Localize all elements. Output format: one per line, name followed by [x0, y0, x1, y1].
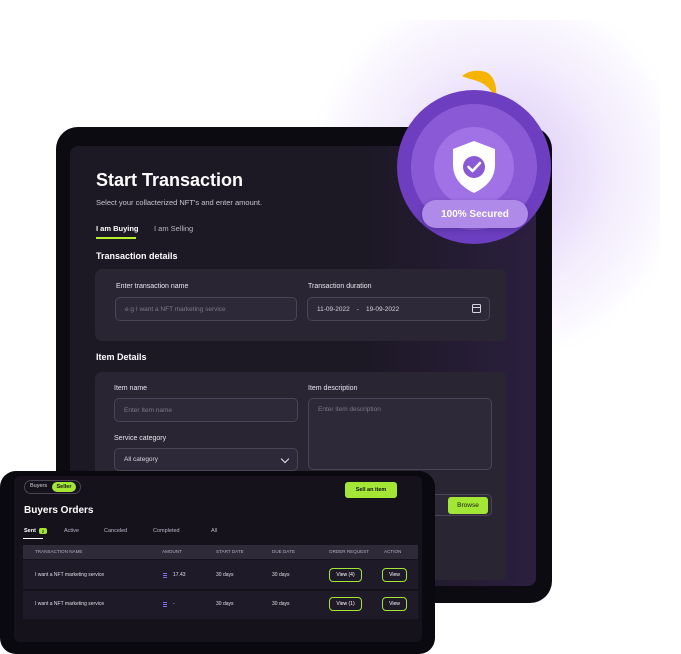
- orders-title: Buyers Orders: [24, 505, 94, 516]
- column-header-action: ACTION: [384, 549, 402, 554]
- service-category-value: All category: [124, 456, 158, 463]
- column-header-amount: AMOUNT: [162, 549, 182, 554]
- tab-sent[interactable]: Sent: [24, 528, 36, 534]
- chevron-down-icon: [280, 454, 290, 464]
- row-amount: -: [173, 601, 175, 607]
- start-date: 11-09-2022: [317, 305, 350, 313]
- column-header-start: START DATE: [216, 549, 244, 554]
- view-button[interactable]: View: [382, 568, 407, 582]
- browse-button[interactable]: Browse: [448, 497, 488, 514]
- service-category-label: Service category: [114, 435, 167, 442]
- sell-item-button[interactable]: Sell an item: [345, 482, 397, 498]
- tab-buying[interactable]: I am Buying: [96, 224, 139, 233]
- row-name: I want a NFT marketing service: [35, 572, 105, 578]
- transaction-details-heading: Transaction details: [96, 251, 178, 261]
- view-requests-button[interactable]: View (4): [329, 568, 362, 582]
- shield-check-icon: [453, 141, 495, 193]
- item-description-input[interactable]: Enter item description: [308, 398, 492, 470]
- tab-selling[interactable]: I am Selling: [154, 224, 193, 233]
- page-title: Start Transaction: [96, 170, 244, 190]
- transaction-name-label: Enter transaction name: [116, 283, 189, 290]
- row-start-date: 30 days: [216, 572, 234, 578]
- date-separator: -: [356, 305, 359, 313]
- tab-all[interactable]: All: [211, 528, 217, 534]
- sent-tab-underline: [23, 538, 43, 539]
- item-name-label: Item name: [114, 385, 148, 392]
- item-name-input[interactable]: Enter Item name: [114, 398, 298, 422]
- eth-icon: [163, 573, 167, 578]
- row-due-date: 30 days: [272, 601, 290, 607]
- item-details-heading: Item Details: [96, 352, 147, 362]
- secured-badge: 100% Secured: [422, 200, 528, 228]
- tab-canceled[interactable]: Canceled: [104, 528, 127, 534]
- column-header-due: DUE DATE: [272, 549, 295, 554]
- row-amount: 17.43: [173, 572, 186, 578]
- transaction-duration-label: Transaction duration: [308, 283, 372, 290]
- view-button[interactable]: View: [382, 597, 407, 611]
- page-subtitle: Select your collacterized NFT's and ente…: [96, 198, 263, 207]
- tab-completed[interactable]: Completed: [153, 528, 180, 534]
- toggle-seller[interactable]: Seller: [52, 482, 76, 492]
- transaction-name-input[interactable]: e.g I want a NFT marketing service: [115, 297, 297, 321]
- row-start-date: 30 days: [216, 601, 234, 607]
- eth-icon: [163, 602, 167, 607]
- end-date: 19-09-2022: [365, 305, 400, 313]
- row-due-date: 30 days: [272, 572, 290, 578]
- item-description-label: Item description: [308, 385, 358, 392]
- service-category-select[interactable]: All category: [114, 448, 298, 471]
- sent-count-badge: 2: [39, 528, 47, 534]
- view-requests-button[interactable]: View (1): [329, 597, 362, 611]
- toggle-buyers[interactable]: Buyers: [30, 483, 47, 489]
- calendar-icon[interactable]: [472, 304, 481, 313]
- tab-active[interactable]: Active: [64, 528, 79, 534]
- column-header-request: ORDER REQUEST: [329, 549, 370, 554]
- row-name: I want a NFT marketing service: [35, 601, 105, 607]
- column-header-name: TRANSACTION NAME: [35, 549, 83, 554]
- tab-underline: [96, 237, 136, 239]
- transaction-duration-input[interactable]: 11-09-2022 - 19-09-2022: [307, 297, 490, 321]
